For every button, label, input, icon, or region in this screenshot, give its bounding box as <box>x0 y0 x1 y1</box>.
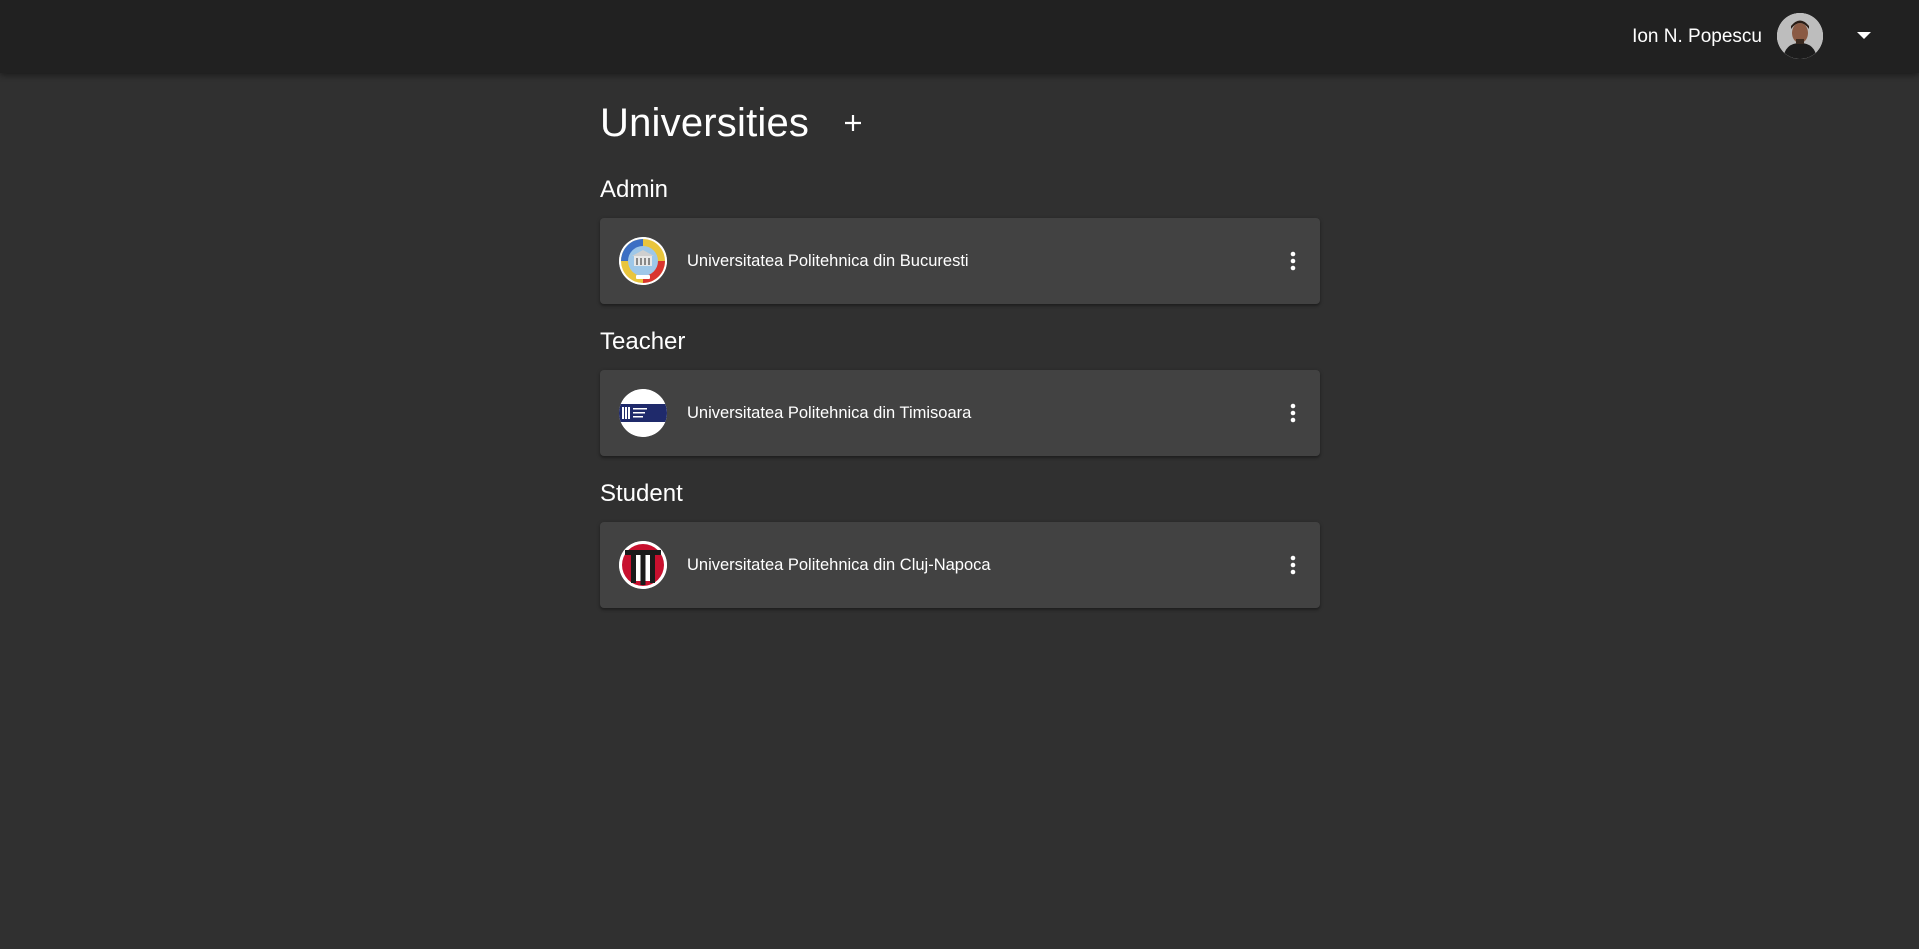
plus-icon <box>845 115 862 131</box>
add-university-button[interactable] <box>835 105 871 141</box>
university-logo <box>619 541 667 589</box>
section-title-student: Student <box>600 480 683 507</box>
user-name: Ion N. Popescu <box>1632 26 1762 47</box>
page-title: Universities <box>600 100 810 145</box>
page-header: Universities <box>600 99 871 147</box>
account-menu-button[interactable] <box>1850 22 1878 50</box>
more-vert-icon <box>1290 251 1296 271</box>
section-title-admin: Admin <box>600 176 669 203</box>
utcn-logo-icon <box>619 541 667 589</box>
section-title-teacher: Teacher <box>600 328 686 355</box>
more-vert-icon <box>1290 555 1296 575</box>
more-options-button[interactable] <box>1273 393 1313 433</box>
university-name: Universitatea Politehnica din Bucuresti <box>687 252 969 270</box>
avatar-image <box>1777 13 1823 59</box>
more-vert-icon <box>1290 403 1296 423</box>
university-card[interactable]: Universitatea Politehnica din Timisoara <box>600 370 1320 456</box>
university-logo <box>619 389 667 437</box>
upb-logo-icon <box>619 237 667 285</box>
more-options-button[interactable] <box>1273 545 1313 585</box>
upt-logo-icon <box>619 389 667 437</box>
university-name: Universitatea Politehnica din Timisoara <box>687 404 972 422</box>
top-app-bar: Ion N. Popescu <box>0 0 1919 73</box>
university-name: Universitatea Politehnica din Cluj-Napoc… <box>687 556 991 574</box>
arrow-drop-down-icon <box>1857 32 1871 39</box>
user-avatar[interactable] <box>1777 13 1823 59</box>
university-card[interactable]: Universitatea Politehnica din Cluj-Napoc… <box>600 522 1320 608</box>
university-card[interactable]: Universitatea Politehnica din Bucuresti <box>600 218 1320 304</box>
more-options-button[interactable] <box>1273 241 1313 281</box>
university-logo <box>619 237 667 285</box>
